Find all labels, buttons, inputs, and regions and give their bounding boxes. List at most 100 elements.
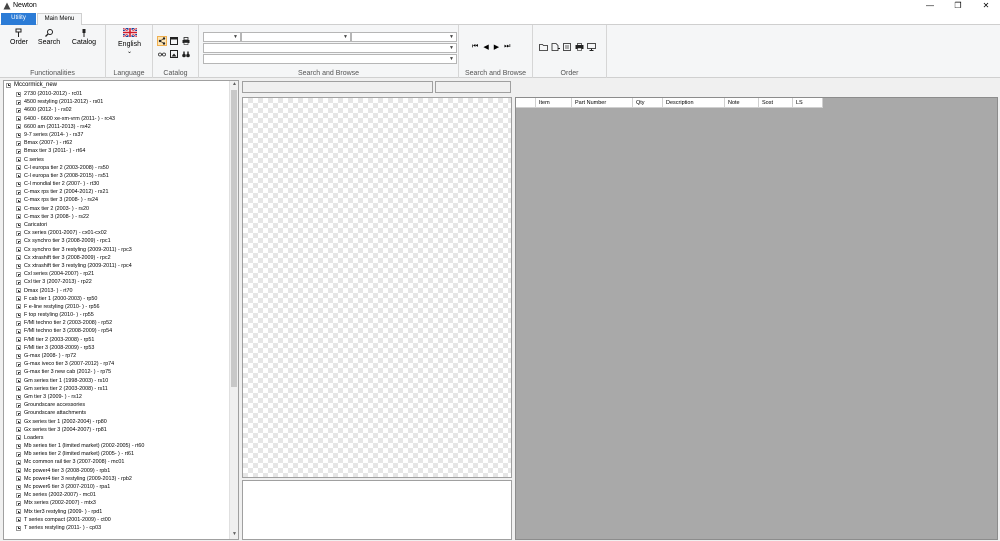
expand-icon[interactable] [16, 410, 21, 416]
tree-item[interactable]: G-max tier 3 new cab (2012- ) - rp75 [16, 368, 229, 376]
tree-item[interactable]: C-l mondial tier 2 (2007- ) - rt30 [16, 180, 229, 188]
tree-item[interactable]: F/Ml techno tier 2 (2003-2008) - rp52 [16, 319, 229, 327]
tree-item[interactable]: F cab tier 1 (2000-2003) - rp50 [16, 295, 229, 303]
expand-icon[interactable] [16, 525, 21, 531]
tree-item[interactable]: Mc common rail tier 3 (2007-2008) - mc01 [16, 458, 229, 466]
tree-item[interactable]: F top restyling (2010- ) - rp55 [16, 311, 229, 319]
expand-icon[interactable] [16, 222, 21, 228]
expand-icon[interactable] [16, 435, 21, 441]
column-header[interactable]: Item [536, 98, 572, 108]
order-print-icon[interactable] [574, 42, 584, 52]
print-icon[interactable] [181, 36, 191, 46]
expand-icon[interactable] [16, 91, 21, 97]
restore-icon[interactable]: ❐ [944, 0, 972, 12]
expand-icon[interactable] [16, 484, 21, 490]
expand-icon[interactable] [16, 492, 21, 498]
expand-icon[interactable] [16, 279, 21, 285]
expand-icon[interactable] [16, 337, 21, 343]
tree-item[interactable]: G-max (2008- ) - rp72 [16, 352, 229, 360]
order-list-icon[interactable] [562, 42, 572, 52]
tree-item[interactable]: Dmax (2013- ) - rt70 [16, 287, 229, 295]
tree-scrollbar[interactable]: ▲ ▼ [229, 81, 238, 539]
expand-icon[interactable] [16, 198, 21, 204]
tree-item[interactable]: F/Ml tier 2 (2003-2008) - rp51 [16, 336, 229, 344]
expand-icon[interactable] [16, 148, 21, 154]
tree-item[interactable]: F/Ml techno tier 3 (2008-2009) - rp54 [16, 327, 229, 335]
tree-item[interactable]: 6400 - 6600 xe-xm-vrm (2011- ) - rc43 [16, 115, 229, 123]
search-combo-2[interactable]: ▼ [241, 32, 351, 42]
column-header[interactable]: Note [725, 98, 759, 108]
tree-item[interactable]: Gx series tier 3 (2004-2007) - rp81 [16, 426, 229, 434]
column-header[interactable]: Sost [759, 98, 793, 108]
expand-icon[interactable] [16, 157, 21, 163]
scroll-down-icon[interactable]: ▼ [230, 531, 238, 539]
tree-item[interactable]: Bmax (2007- ) - rt62 [16, 139, 229, 147]
tree-root[interactable]: Mccormick_new [6, 82, 57, 88]
binoculars-icon[interactable] [181, 49, 191, 59]
tree-item[interactable]: C-max rps tier 3 (2008- ) - rs24 [16, 196, 229, 204]
column-header[interactable]: LS [793, 98, 823, 108]
expand-icon[interactable] [16, 140, 21, 146]
expand-icon[interactable] [16, 500, 21, 506]
tree-item[interactable]: T series compact (2001-2009) - ct00 [16, 516, 229, 524]
search-combo-1[interactable]: ▼ [203, 32, 241, 42]
tree-item[interactable]: Mb series tier 1 (limited market) (2002-… [16, 442, 229, 450]
expand-icon[interactable] [16, 165, 21, 171]
expand-icon[interactable] [16, 296, 21, 302]
tree-item[interactable]: C-l europa tier 3 (2008-2015) - rs51 [16, 172, 229, 180]
expand-icon[interactable] [16, 378, 21, 384]
tree-item[interactable]: Mc power4 tier 3 restyling (2009-2013) -… [16, 475, 229, 483]
expand-icon[interactable] [16, 99, 21, 105]
expand-icon[interactable] [16, 271, 21, 277]
tree-item[interactable]: Cxl series (2004-2007) - rp21 [16, 270, 229, 278]
tree-item[interactable]: Groundscare attachments [16, 409, 229, 417]
last-record-icon[interactable]: ⏭ [504, 43, 510, 51]
tree-item[interactable]: Gm series tier 1 (1998-2003) - rs10 [16, 377, 229, 385]
search-combo-5[interactable]: ▼ [203, 54, 457, 64]
expand-icon[interactable] [16, 230, 21, 236]
catalog-tree[interactable]: Mccormick_new 2730 (2010-2012) - rc01 450… [3, 80, 239, 540]
tree-item[interactable]: Cx synchro tier 3 restyling (2009-2011) … [16, 246, 229, 254]
expand-icon[interactable] [16, 329, 21, 335]
search-field-1[interactable] [242, 81, 433, 93]
expand-icon[interactable] [16, 247, 21, 253]
tree-item[interactable]: C series [16, 156, 229, 164]
expand-icon[interactable] [16, 386, 21, 392]
expand-icon[interactable] [16, 394, 21, 400]
order-button[interactable]: Order [6, 27, 32, 46]
column-header[interactable]: Part Number [572, 98, 633, 108]
expand-icon[interactable] [16, 124, 21, 130]
first-record-icon[interactable]: ⏮ [472, 43, 478, 51]
tree-item[interactable]: Loaders [16, 434, 229, 442]
tree-item[interactable]: Mb series tier 2 (limited market) (2005-… [16, 450, 229, 458]
expand-icon[interactable] [16, 476, 21, 482]
image-icon[interactable] [169, 49, 179, 59]
open-folder-icon[interactable] [538, 42, 548, 52]
minimize-icon[interactable]: — [916, 0, 944, 12]
column-header[interactable]: Description [663, 98, 725, 108]
tree-item[interactable]: F e-line restyling (2010- ) - rp56 [16, 303, 229, 311]
language-button[interactable]: English ⌄ [112, 27, 147, 55]
tree-item[interactable]: Cxl tier 3 (2007-2013) - rp22 [16, 278, 229, 286]
search-field-2[interactable] [435, 81, 511, 93]
share-icon[interactable] [157, 36, 167, 46]
expand-icon[interactable] [16, 255, 21, 261]
expand-icon[interactable] [16, 468, 21, 474]
previous-record-icon[interactable]: ◀ [483, 43, 488, 51]
scroll-up-icon[interactable]: ▲ [230, 81, 238, 89]
search-button[interactable]: Search [35, 27, 63, 46]
column-header[interactable]: Qty [633, 98, 663, 108]
expand-icon[interactable] [16, 238, 21, 244]
tree-item[interactable]: G-max iveco tier 3 (2007-2012) - rp74 [16, 360, 229, 368]
next-record-icon[interactable]: ▶ [494, 43, 499, 51]
tree-item[interactable]: C-max tier 2 (2003- ) - rs20 [16, 205, 229, 213]
tree-item[interactable]: Bmax tier 3 (2011- ) - rt64 [16, 147, 229, 155]
tree-item[interactable]: 2730 (2010-2012) - rc01 [16, 90, 229, 98]
expand-icon[interactable] [16, 214, 21, 220]
tree-item[interactable]: F/Ml tier 3 (2008-2009) - rp53 [16, 344, 229, 352]
expand-icon[interactable] [16, 116, 21, 122]
expand-icon[interactable] [16, 517, 21, 523]
expand-icon[interactable] [16, 369, 21, 375]
expand-icon[interactable] [16, 181, 21, 187]
tab-utility[interactable]: Utility [1, 13, 36, 25]
